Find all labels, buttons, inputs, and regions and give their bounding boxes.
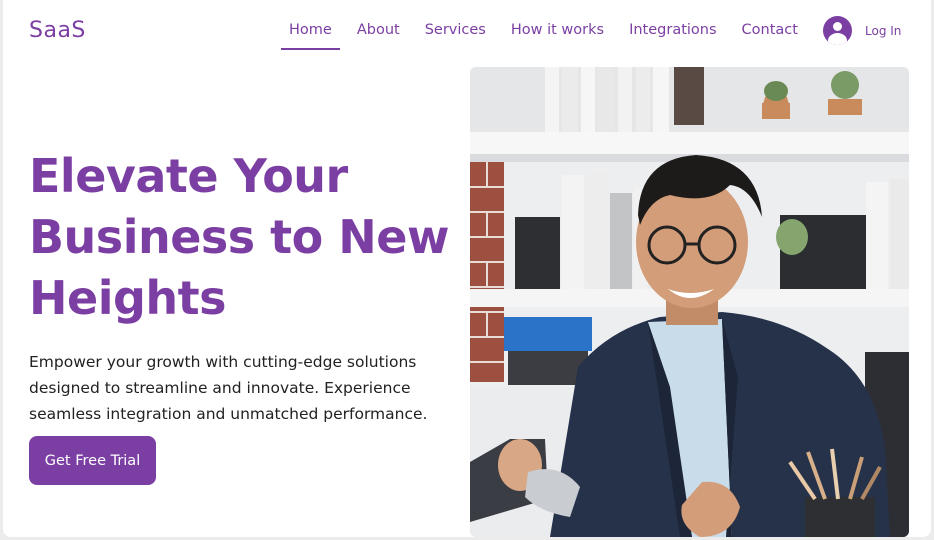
nav-integrations[interactable]: Integrations — [629, 22, 716, 50]
login-button[interactable]: Log In — [823, 16, 901, 45]
page-frame: SaaS Home About Services How it works In… — [3, 0, 931, 537]
nav-home[interactable]: Home — [281, 22, 340, 50]
businessman-handshake-illustration — [470, 67, 909, 537]
hero-description: Empower your growth with cutting-edge so… — [29, 353, 428, 423]
user-avatar-icon — [823, 16, 852, 45]
main-nav: Home About Services How it works Integra… — [281, 22, 823, 50]
get-free-trial-button[interactable]: Get Free Trial — [29, 436, 156, 485]
nav-how-it-works[interactable]: How it works — [511, 22, 604, 50]
login-label: Log In — [865, 23, 902, 38]
hero-title: Elevate Your Business to New Heights — [29, 149, 449, 325]
nav-about[interactable]: About — [357, 22, 400, 50]
logo[interactable]: SaaS — [29, 18, 86, 43]
nav-services[interactable]: Services — [425, 22, 486, 50]
nav-contact[interactable]: Contact — [742, 22, 798, 50]
hero-image — [470, 67, 909, 537]
